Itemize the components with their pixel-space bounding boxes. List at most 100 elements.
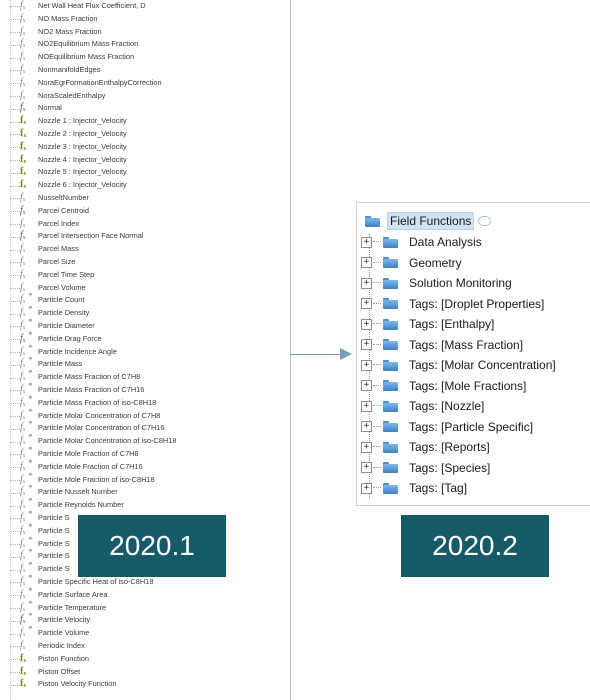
tree-connector (10, 518, 20, 520)
expand-plus-icon[interactable]: + (361, 318, 372, 330)
tree-item[interactable]: + Tags: [Molar Concentration] (361, 355, 589, 376)
list-item[interactable]: fx Parcel Volume (0, 282, 290, 295)
list-item[interactable]: fx NonmanifoldEdges (0, 64, 290, 77)
expand-plus-icon[interactable]: + (361, 257, 372, 269)
list-item-label: Particle Density (38, 308, 90, 318)
f-icon: fx (20, 89, 26, 101)
list-item[interactable]: fx Periodic Index (0, 640, 290, 653)
tree-connector (10, 108, 20, 111)
tree-item[interactable]: + Tags: [Mass Fraction] (361, 335, 589, 356)
expand-plus-icon[interactable]: + (361, 236, 372, 248)
tree-item[interactable]: + Tags: [Droplet Properties] (361, 294, 589, 315)
list-item[interactable]: fxParticle Mole Fraction of C7H8 (0, 444, 290, 461)
list-item[interactable]: fx NoraEgrFormationEnthalpyCorrection (0, 77, 290, 90)
tree-item[interactable]: + Tags: [Mole Fractions] (361, 376, 589, 397)
list-item-label: Particle Drag Force (38, 333, 102, 343)
tree-item[interactable]: + Tags: [Species] (361, 458, 589, 479)
list-item[interactable]: fxParticle Temperature (0, 598, 290, 615)
green-f-icon: fx (20, 128, 27, 139)
list-item[interactable]: fxParticle Diameter (0, 316, 290, 333)
list-item[interactable]: fx Nozzle 4 : Injector_Velocity (0, 154, 290, 167)
list-item[interactable]: fx Parcel Index (0, 218, 290, 231)
list-item[interactable]: fx NOEquilibrium Mass Fraction (0, 51, 290, 64)
list-item[interactable]: fx Parcel Time Step (0, 269, 290, 282)
expand-plus-icon[interactable]: + (361, 400, 372, 412)
expand-plus-icon[interactable]: + (361, 339, 372, 351)
list-item[interactable]: fxParticle Incidence Angle (0, 342, 290, 359)
list-item[interactable]: fx NO2 Mass Fraction (0, 26, 290, 39)
list-item[interactable]: fxParticle Drag Force (0, 329, 290, 346)
list-item[interactable]: fx Nozzle 5 : Injector_Velocity (0, 166, 290, 179)
folder-icon (383, 400, 398, 412)
list-item[interactable]: fx Nozzle 6 : Injector_Velocity (0, 179, 290, 192)
list-item[interactable]: fx Particle Volume (0, 623, 290, 640)
list-item[interactable]: fx Piston Velocity Function (0, 678, 290, 691)
expand-plus-icon[interactable]: + (361, 277, 372, 289)
list-item[interactable]: fx Net Wall Heat Flux Coefficient, D (0, 0, 290, 13)
list-item[interactable]: fx Normal (0, 102, 290, 115)
list-item[interactable]: fxParticle Mole Fraction of iso-C8H18 (0, 470, 290, 487)
list-item[interactable]: fx Nozzle 2 : Injector_Velocity (0, 128, 290, 141)
expand-plus-icon[interactable]: + (361, 359, 372, 371)
list-item[interactable]: fxParticle Mass Fraction of C7H8 (0, 367, 290, 384)
tree-item[interactable]: + Tags: [Enthalpy] (361, 314, 589, 335)
list-item[interactable]: fxParticle Molar Concentration of C7H8 (0, 406, 290, 423)
tree-item[interactable]: + Tags: [Tag] (361, 478, 589, 499)
tree-item[interactable]: + Tags: [Nozzle] (361, 396, 589, 417)
tree-connector (373, 487, 381, 489)
list-item[interactable]: fxParticle Specific Heat of iso-C8H18 (0, 572, 290, 589)
expand-plus-icon[interactable]: + (361, 482, 372, 494)
list-item[interactable]: fxParticle Molar Concentration of C7H16 (0, 418, 290, 435)
list-item-label: Particle S (38, 538, 70, 548)
list-item-label: Particle Incidence Angle (38, 346, 117, 356)
list-item[interactable]: fxParticle Velocity (0, 610, 290, 627)
list-item[interactable]: fxParticle Reynolds Number (0, 495, 290, 512)
list-item[interactable]: fx Parcel Size (0, 256, 290, 269)
expand-plus-icon[interactable]: + (361, 441, 372, 453)
folder-icon (383, 257, 398, 269)
tree-item[interactable]: + Geometry (361, 253, 589, 274)
f-icon: fx (20, 640, 26, 651)
list-item-label: NonmanifoldEdges (38, 65, 101, 74)
list-item[interactable]: fxParticle Density (0, 303, 290, 320)
list-item[interactable]: fx NusseltNumber (0, 192, 290, 205)
list-item-label: Particle Nusselt Number (38, 487, 118, 497)
tree-item[interactable]: + Tags: [Reports] (361, 437, 589, 458)
list-item[interactable]: fx Parcel Mass (0, 243, 290, 256)
expand-plus-icon[interactable]: + (361, 380, 372, 392)
green-f-icon: fx (20, 153, 27, 165)
tree-item[interactable]: + Tags: [Particle Specific] (361, 417, 589, 438)
list-item[interactable]: fx NO Mass Fraction (0, 13, 290, 26)
list-item[interactable]: fx Nozzle 1 : Injector_Velocity (0, 115, 290, 128)
list-item[interactable]: fxParticle Mass Fraction of iso-C8H18 (0, 393, 290, 410)
folder-icon (383, 318, 398, 330)
list-item[interactable]: fxParticle Mass Fraction of C7H16 (0, 380, 290, 397)
list-item[interactable]: fx Parcel Intersection Face Normal (0, 230, 290, 243)
list-item[interactable]: fxParticle Surface Area (0, 585, 290, 602)
list-item[interactable]: fx Nozzle 3 : Injector_Velocity (0, 141, 290, 154)
list-item[interactable]: fx NO2Equilibrium Mass Fraction (0, 38, 290, 51)
tree-item[interactable]: + Data Analysis (361, 232, 589, 253)
list-item-label: Particle Mass Fraction of C7H16 (38, 385, 145, 394)
expand-plus-icon[interactable]: + (361, 462, 372, 474)
tree-connector (10, 95, 20, 98)
list-item[interactable]: fx Piston Function (0, 653, 290, 666)
list-item-label: Particle Reynolds Number (38, 500, 124, 510)
list-item[interactable]: fxParticle Mole Fraction of C7H16 (0, 457, 290, 474)
expand-plus-icon[interactable]: + (361, 298, 372, 310)
list-item[interactable]: fx Piston Offset (0, 666, 290, 679)
list-item-label: Parcel Index (38, 218, 80, 228)
tree-root-field-functions[interactable]: Field Functions (365, 211, 492, 231)
list-item[interactable]: fxParticle Nusselt Number (0, 482, 290, 499)
list-item[interactable]: fxParticle Molar Concentration of iso-C8… (0, 431, 290, 448)
list-item[interactable]: fxParticle Count (0, 290, 290, 307)
tree-item[interactable]: + Solution Monitoring (361, 273, 589, 294)
list-item[interactable]: fx Parcel Centroid (0, 205, 290, 218)
list-item-label: Particle Count (38, 295, 85, 305)
list-item[interactable]: fxParticle Mass (0, 354, 290, 371)
comment-icon[interactable] (478, 216, 492, 226)
tree-connector (373, 384, 381, 387)
tree-connector (10, 582, 20, 584)
expand-plus-icon[interactable]: + (361, 421, 372, 433)
list-item[interactable]: fx NoraScaledEnthalpy (0, 90, 290, 103)
